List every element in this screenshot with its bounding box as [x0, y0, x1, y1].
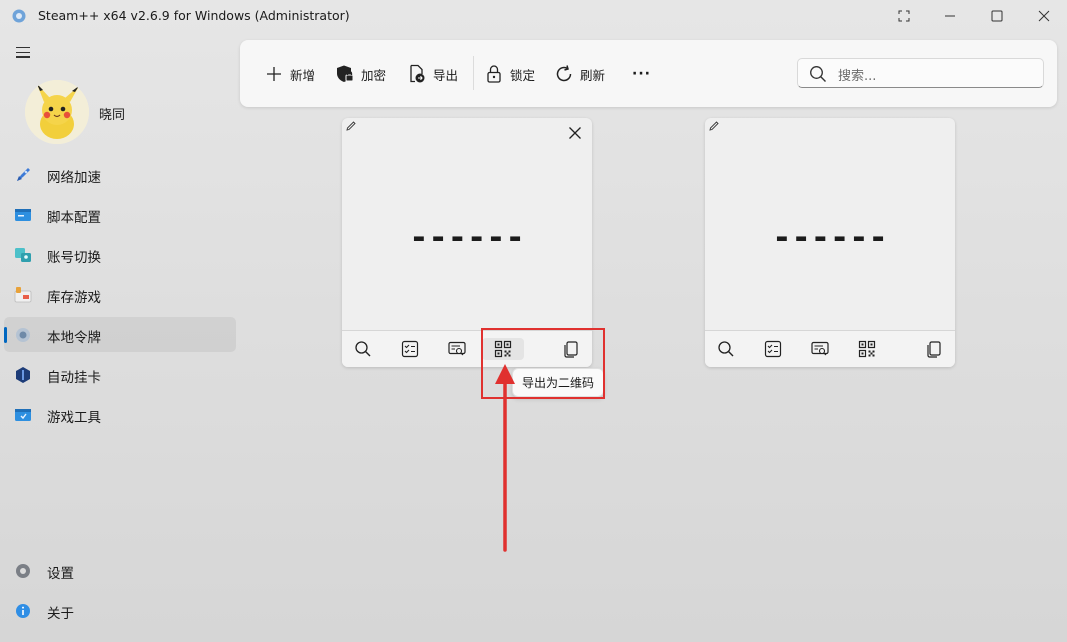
nav-label: 脚本配置	[47, 210, 101, 226]
nav-label: 本地令牌	[47, 330, 101, 346]
search-placeholder: 搜索...	[838, 69, 877, 84]
card-action-bar	[705, 330, 955, 367]
new-button[interactable]: 新增	[264, 62, 315, 86]
minimize-icon	[945, 15, 955, 17]
nav-item-auto-idle-cards[interactable]: 自动挂卡	[4, 357, 236, 392]
nav-label: 库存游戏	[47, 290, 101, 306]
refresh-button[interactable]: 刷新	[554, 62, 605, 86]
refresh-icon	[556, 65, 572, 82]
token-code: ------	[772, 218, 888, 256]
nav-item-script-config[interactable]: 脚本配置	[4, 197, 236, 232]
search-icon	[355, 341, 371, 357]
nav-item-account-switch[interactable]: 账号切换	[4, 237, 236, 272]
token-code: ------	[409, 218, 525, 256]
game-tools-icon	[15, 409, 31, 421]
library-icon	[14, 287, 32, 303]
search-icon	[718, 341, 734, 357]
copy-button[interactable]	[923, 338, 945, 360]
nav-item-game-tools[interactable]: 游戏工具	[4, 397, 236, 432]
nav-item-local-token[interactable]: 本地令牌	[4, 317, 236, 352]
gear-icon	[16, 564, 30, 578]
script-icon	[15, 209, 31, 221]
export-button[interactable]: 导出	[407, 62, 458, 86]
title-bar: Steam++ x64 v2.6.9 for Windows (Administ…	[0, 0, 1067, 32]
confirmations-button[interactable]	[399, 338, 421, 360]
minimize-button[interactable]	[927, 0, 973, 32]
qr-code-icon	[858, 340, 876, 358]
pencil-icon[interactable]	[708, 120, 720, 132]
copy-icon	[927, 341, 941, 358]
nav-label: 网络加速	[47, 170, 101, 186]
encrypt-label: 加密	[361, 67, 387, 83]
inspect-button[interactable]	[446, 338, 468, 360]
active-indicator	[4, 327, 7, 343]
nav-item-game-library[interactable]: 库存游戏	[4, 277, 236, 312]
checklist-icon	[401, 340, 419, 358]
close-window-button[interactable]	[1021, 0, 1067, 32]
new-label: 新增	[290, 67, 316, 83]
export-label: 导出	[433, 67, 459, 83]
pencil-icon[interactable]	[345, 120, 357, 132]
lock-button[interactable]: 锁定	[484, 62, 535, 86]
fullscreen-icon	[898, 10, 910, 22]
plus-icon	[267, 67, 281, 81]
search-button[interactable]	[352, 338, 374, 360]
rocket-icon	[17, 168, 30, 181]
nav-item-network-acceleration[interactable]: 网络加速	[4, 157, 236, 192]
refresh-label: 刷新	[580, 67, 606, 83]
shield-lock-icon	[337, 65, 354, 82]
checklist-icon	[764, 340, 782, 358]
app-icon	[12, 9, 26, 23]
nav-label: 游戏工具	[47, 410, 101, 426]
card-search-icon	[448, 341, 466, 356]
red-arrow-annotation	[495, 364, 515, 552]
export-qr-button[interactable]	[856, 338, 878, 360]
export-file-icon	[410, 64, 425, 83]
nav-label: 账号切换	[47, 250, 101, 266]
token-icon	[16, 328, 30, 342]
inspect-button[interactable]	[809, 338, 831, 360]
maximize-icon	[991, 10, 1003, 22]
nav-item-settings[interactable]: 设置	[4, 553, 236, 588]
more-icon: ···	[632, 66, 651, 82]
nav-item-about[interactable]: 关于	[4, 593, 236, 628]
command-toolbar: 新增 加密 导出 锁定 刷新 ··· 搜索...	[240, 40, 1057, 107]
confirmations-button[interactable]	[762, 338, 784, 360]
info-icon	[16, 604, 30, 618]
encrypt-button[interactable]: 加密	[335, 62, 386, 86]
avatar[interactable]	[25, 80, 89, 144]
fullscreen-button[interactable]	[881, 0, 927, 32]
search-icon	[810, 66, 826, 82]
close-icon[interactable]	[568, 126, 582, 140]
nav-label: 关于	[47, 606, 74, 622]
lock-label: 锁定	[510, 67, 536, 83]
menu-toggle-icon[interactable]	[16, 47, 30, 59]
username: 晓同	[99, 108, 126, 123]
auth-card[interactable]: ------	[705, 118, 955, 367]
account-switch-icon	[15, 248, 31, 262]
close-icon	[1038, 10, 1050, 22]
lock-icon	[487, 65, 501, 83]
window-title: Steam++ x64 v2.6.9 for Windows (Administ…	[38, 8, 350, 23]
card-search-icon	[811, 341, 829, 356]
nav-label: 自动挂卡	[47, 370, 101, 386]
idle-card-icon	[16, 367, 30, 383]
search-button[interactable]	[715, 338, 737, 360]
more-button[interactable]: ···	[632, 62, 651, 86]
nav-label: 设置	[47, 566, 74, 582]
maximize-button[interactable]	[974, 0, 1020, 32]
pikachu-avatar-image	[25, 80, 89, 144]
toolbar-separator	[473, 56, 474, 90]
search-input[interactable]: 搜索...	[797, 58, 1044, 88]
